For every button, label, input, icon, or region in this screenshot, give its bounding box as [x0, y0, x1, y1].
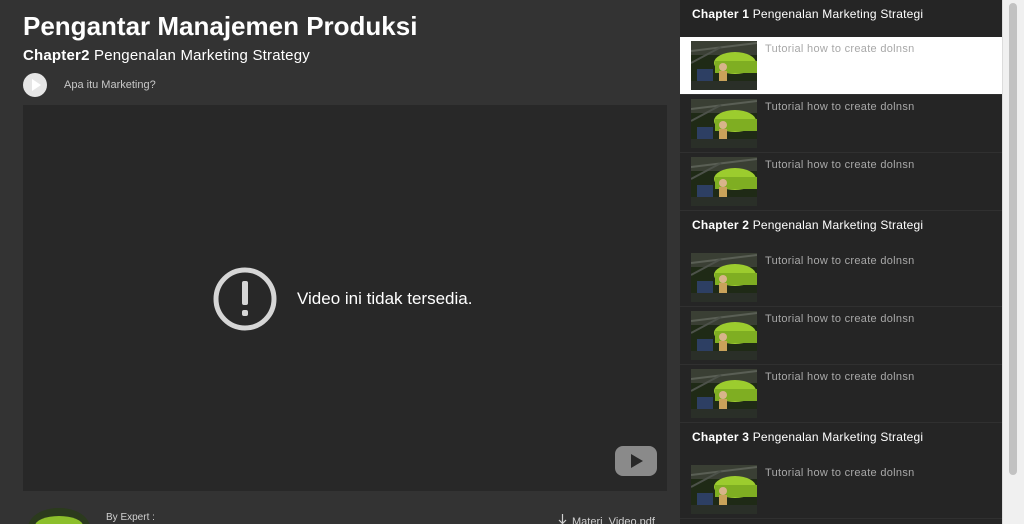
playlist-item-title: Tutorial how to create dolnsn: [765, 159, 915, 171]
course-title: Pengantar Manajemen Produksi: [23, 11, 418, 41]
video-player[interactable]: Video ini tidak tersedia.: [23, 105, 667, 491]
playlist-item-title: Tutorial how to create dolnsn: [765, 101, 915, 113]
video-thumbnail: [691, 41, 757, 90]
playlist-item-title: Tutorial how to create dolnsn: [765, 371, 915, 383]
youtube-logo-icon[interactable]: [615, 446, 657, 476]
playlist-item-title: Tutorial how to create dolnsn: [765, 467, 915, 479]
expert-avatar: [28, 508, 90, 524]
chapter-header-prefix: Chapter 3: [692, 430, 750, 444]
alert-circle-icon: [213, 267, 277, 331]
video-thumbnail: [691, 253, 757, 302]
playlist-item-title: Tutorial how to create dolnsn: [765, 255, 915, 267]
playlist-item[interactable]: Tutorial how to create dolnsn: [680, 153, 1002, 211]
video-thumbnail: [691, 157, 757, 206]
download-label: Materi_Video.pdf: [572, 516, 655, 524]
playlist-item[interactable]: Tutorial how to create dolnsn: [680, 95, 1002, 153]
play-button[interactable]: [23, 73, 47, 97]
download-material-link[interactable]: Materi_Video.pdf: [558, 514, 655, 524]
chapter-1-header[interactable]: Chapter 1 Pengenalan Marketing Strategi: [680, 0, 1002, 37]
current-chapter: Chapter2 Pengenalan Marketing Strategy: [23, 47, 310, 64]
video-thumbnail: [691, 465, 757, 514]
playlist-item[interactable]: Tutorial how to create dolnsn: [680, 461, 1002, 519]
playlist-item-title: Tutorial how to create dolnsn: [765, 313, 915, 325]
scrollbar-thumb[interactable]: [1009, 3, 1017, 475]
scrollbar[interactable]: [1002, 0, 1024, 524]
playlist-item[interactable]: Tutorial how to create dolnsn: [680, 307, 1002, 365]
video-unavailable-message: Video ini tidak tersedia.: [297, 289, 473, 308]
playlist-item-title: Tutorial how to create dolnsn: [765, 43, 915, 55]
playlist-item[interactable]: Tutorial how to create dolnsn: [680, 249, 1002, 307]
playlist-item[interactable]: Tutorial how to create dolnsn: [680, 365, 1002, 423]
chapter-header-prefix: Chapter 1: [692, 7, 750, 21]
chapter-header-prefix: Chapter 2: [692, 218, 750, 232]
chapter-prefix: Chapter2: [23, 47, 90, 64]
chapter-playlist: Chapter 1 Pengenalan Marketing Strategi T…: [680, 0, 1002, 524]
expert-label: By Expert :: [106, 512, 155, 523]
chapter-header-name: Pengenalan Marketing Strategi: [752, 218, 924, 232]
download-icon: [558, 514, 567, 524]
chapter-3-header[interactable]: Chapter 3 Pengenalan Marketing Strategi: [680, 423, 1002, 461]
video-thumbnail: [691, 311, 757, 360]
chapter-header-name: Pengenalan Marketing Strategi: [752, 430, 924, 444]
main-content: Pengantar Manajemen Produksi Chapter2 Pe…: [0, 0, 680, 524]
chapter-header-name: Pengenalan Marketing Strategi: [752, 7, 924, 21]
play-icon: [32, 79, 41, 91]
video-thumbnail: [691, 99, 757, 148]
chapter-2-header[interactable]: Chapter 2 Pengenalan Marketing Strategi: [680, 211, 1002, 249]
lesson-title: Apa itu Marketing?: [64, 79, 156, 91]
playlist-item[interactable]: Tutorial how to create dolnsn: [680, 37, 1002, 95]
video-thumbnail: [691, 369, 757, 418]
chapter-name: Pengenalan Marketing Strategy: [94, 47, 310, 64]
